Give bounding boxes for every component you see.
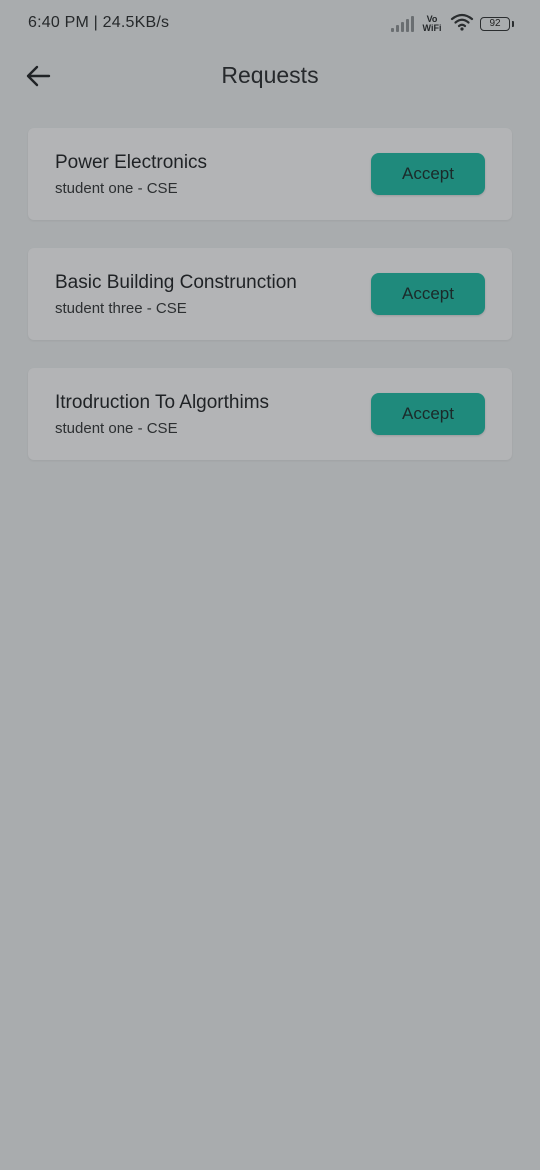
battery-icon: 92	[480, 17, 514, 31]
course-title: Basic Building Construnction	[55, 272, 297, 293]
vowifi-bottom-label: WiFi	[422, 23, 442, 33]
wifi-icon	[450, 13, 474, 36]
status-bar: 6:40 PM | 24.5KB/s Vo WiFi 92	[0, 0, 540, 50]
vowifi-icon: Vo WiFi	[420, 15, 444, 33]
accept-button[interactable]: Accept	[371, 393, 485, 435]
accept-button[interactable]: Accept	[371, 273, 485, 315]
request-card: Power Electronics student one - CSE Acce…	[28, 128, 512, 220]
request-card: Itrodruction To Algorthims student one -…	[28, 368, 512, 460]
signal-icon	[391, 16, 414, 32]
status-icons: Vo WiFi 92	[391, 12, 514, 36]
request-card: Basic Building Construnction student thr…	[28, 248, 512, 340]
status-time: 6:40 PM | 24.5KB/s	[28, 14, 170, 31]
course-title: Power Electronics	[55, 152, 208, 173]
course-title: Itrodruction To Algorthims	[55, 392, 270, 413]
student-info: student three - CSE	[55, 300, 187, 317]
request-list: Power Electronics student one - CSE Acce…	[28, 128, 512, 488]
student-info: student one - CSE	[55, 420, 178, 437]
accept-button[interactable]: Accept	[371, 153, 485, 195]
battery-level: 92	[489, 18, 501, 29]
student-info: student one - CSE	[55, 180, 178, 197]
page-title: Requests	[221, 62, 319, 88]
app-bar: Requests	[0, 50, 540, 106]
